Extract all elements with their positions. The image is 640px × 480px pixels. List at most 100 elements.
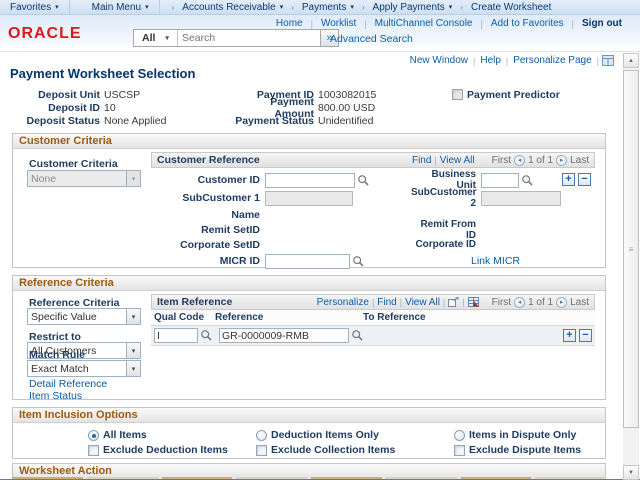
chevron-down-icon: ▾ — [350, 3, 354, 11]
breadcrumb-apply-payments[interactable]: Apply Payments ▾ — [369, 0, 457, 15]
crumb-label: Create Worksheet — [471, 2, 551, 13]
exclude-dispute-items-label: Exclude Dispute Items — [469, 444, 581, 456]
item-reference-title: Item Reference — [157, 296, 232, 308]
separator: | — [434, 155, 436, 165]
home-link[interactable]: Home — [268, 18, 311, 29]
add-row-button[interactable]: + — [562, 173, 575, 186]
search-scope-dropdown[interactable]: All ▾ — [134, 30, 173, 46]
payment-predictor-label: Payment Predictor — [467, 89, 560, 101]
add-row-button[interactable]: + — [563, 329, 576, 342]
micr-id-label: MICR ID — [151, 255, 265, 267]
multichannel-console-link[interactable]: MultiChannel Console — [367, 18, 481, 29]
delete-row-button[interactable]: − — [579, 329, 592, 342]
add-to-favorites-link[interactable]: Add to Favorites — [483, 18, 572, 29]
customer-criteria-select-value: None — [28, 173, 126, 185]
favorites-label: Favorites — [10, 2, 51, 13]
separator: | — [597, 56, 599, 66]
payment-amount-value: 800.00 USD — [318, 102, 375, 114]
customer-criteria-section: Customer Criteria Customer Criteria None… — [12, 133, 606, 268]
item-reference-grid: Item Reference Personalize | Find | View… — [151, 294, 595, 346]
match-rule-select[interactable]: Exact Match ▾ — [27, 360, 141, 377]
advanced-search-link[interactable]: Advanced Search — [330, 33, 413, 45]
customer-id-input[interactable] — [265, 173, 355, 188]
vertical-scrollbar[interactable]: ▲ ≡ ▼ — [623, 53, 639, 480]
customer-criteria-label: Customer Criteria — [29, 158, 118, 170]
corporate-id-label: Corporate ID — [411, 239, 481, 250]
new-window-link[interactable]: New Window — [405, 55, 473, 66]
breadcrumb-accounts-receivable[interactable]: Accounts Receivable ▾ — [178, 0, 287, 15]
detail-reference-link[interactable]: Detail Reference — [29, 378, 107, 390]
exclude-collection-items-checkbox[interactable] — [256, 445, 267, 456]
micr-id-input[interactable] — [265, 254, 350, 269]
delete-row-button[interactable]: − — [578, 173, 591, 186]
next-row-button[interactable]: ▸ — [556, 297, 567, 308]
chevron-down-icon: ▾ — [145, 3, 149, 11]
micr-id-lookup-icon[interactable] — [352, 255, 365, 268]
corporate-setid-label: Corporate SetID — [151, 239, 265, 251]
deposit-status-label: Deposit Status — [18, 115, 104, 127]
breadcrumb-payments[interactable]: Payments ▾ — [298, 0, 358, 15]
payment-predictor-checkbox[interactable] — [452, 89, 463, 100]
scroll-down-button[interactable]: ▼ — [623, 465, 639, 480]
subcustomer1-input — [265, 191, 353, 206]
breadcrumb-separator-icon: › — [291, 3, 294, 12]
breadcrumb-create-worksheet[interactable]: Create Worksheet — [467, 0, 555, 15]
previous-row-button[interactable]: ◂ — [514, 297, 525, 308]
reference-criteria-select[interactable]: Specific Value ▾ — [27, 308, 141, 325]
zoom-grid-icon[interactable] — [448, 297, 459, 307]
link-micr-link[interactable]: Link MICR — [471, 255, 520, 267]
item-status-link[interactable]: Item Status — [29, 390, 82, 402]
help-link[interactable]: Help — [475, 55, 506, 66]
business-unit-input[interactable] — [481, 173, 519, 188]
business-unit-lookup-icon[interactable] — [521, 174, 534, 187]
find-link[interactable]: Find — [412, 155, 431, 166]
chevron-down-icon: ▾ — [126, 361, 140, 376]
previous-row-button[interactable]: ◂ — [514, 155, 525, 166]
all-items-label: All Items — [103, 429, 147, 441]
personalize-page-link[interactable]: Personalize Page — [508, 55, 596, 66]
oracle-logo: ORACLE — [8, 25, 82, 43]
customer-reference-header: Customer Reference Find | View All First… — [151, 152, 595, 168]
main-menu[interactable]: Main Menu ▾ — [82, 0, 160, 15]
sign-out-link[interactable]: Sign out — [574, 18, 622, 29]
page-indicator: 1 of 1 — [528, 297, 553, 308]
download-grid-icon[interactable] — [468, 297, 479, 307]
match-rule-select-value: Exact Match — [28, 363, 126, 375]
breadcrumb-separator-icon: › — [172, 3, 175, 12]
breadcrumb-separator-icon: › — [460, 3, 463, 12]
reference-criteria-select-value: Specific Value — [28, 311, 126, 323]
last-label: Last — [570, 155, 589, 166]
reference-input[interactable] — [219, 328, 349, 343]
worklist-link[interactable]: Worklist — [313, 18, 364, 29]
subcustomer2-input — [481, 191, 561, 206]
header-band: Home | Worklist | MultiChannel Console |… — [0, 15, 640, 52]
scrollbar-thumb[interactable]: ≡ — [623, 70, 639, 428]
deduction-items-only-radio[interactable] — [256, 430, 267, 441]
chevron-down-icon: ▾ — [126, 171, 140, 186]
personalize-link[interactable]: Personalize — [317, 297, 369, 308]
reference-lookup-icon[interactable] — [351, 329, 364, 342]
view-all-link[interactable]: View All — [440, 155, 475, 166]
header-links: Home | Worklist | MultiChannel Console |… — [268, 18, 622, 29]
payment-status-label: Payment Status — [230, 115, 318, 127]
personalize-layout-icon[interactable] — [602, 55, 614, 66]
customer-criteria-section-title: Customer Criteria — [13, 134, 605, 149]
next-row-button[interactable]: ▸ — [556, 155, 567, 166]
all-items-radio[interactable] — [88, 430, 99, 441]
qual-code-lookup-icon[interactable] — [200, 329, 213, 342]
main-menu-label: Main Menu — [92, 2, 141, 13]
qual-code-input[interactable] — [154, 328, 198, 343]
exclude-collection-items-label: Exclude Collection Items — [271, 444, 395, 456]
customer-id-lookup-icon[interactable] — [357, 174, 370, 187]
breadcrumb-separator-icon: › — [362, 3, 365, 12]
scroll-up-button[interactable]: ▲ — [623, 53, 639, 68]
exclude-dispute-items-checkbox[interactable] — [454, 445, 465, 456]
view-all-link[interactable]: View All — [405, 297, 440, 308]
items-in-dispute-only-label: Items in Dispute Only — [469, 429, 576, 441]
name-label: Name — [151, 209, 265, 221]
exclude-deduction-items-checkbox[interactable] — [88, 445, 99, 456]
favorites-menu[interactable]: Favorites ▾ — [0, 0, 70, 15]
find-link[interactable]: Find — [377, 297, 396, 308]
search-input[interactable] — [178, 32, 320, 44]
items-in-dispute-only-radio[interactable] — [454, 430, 465, 441]
